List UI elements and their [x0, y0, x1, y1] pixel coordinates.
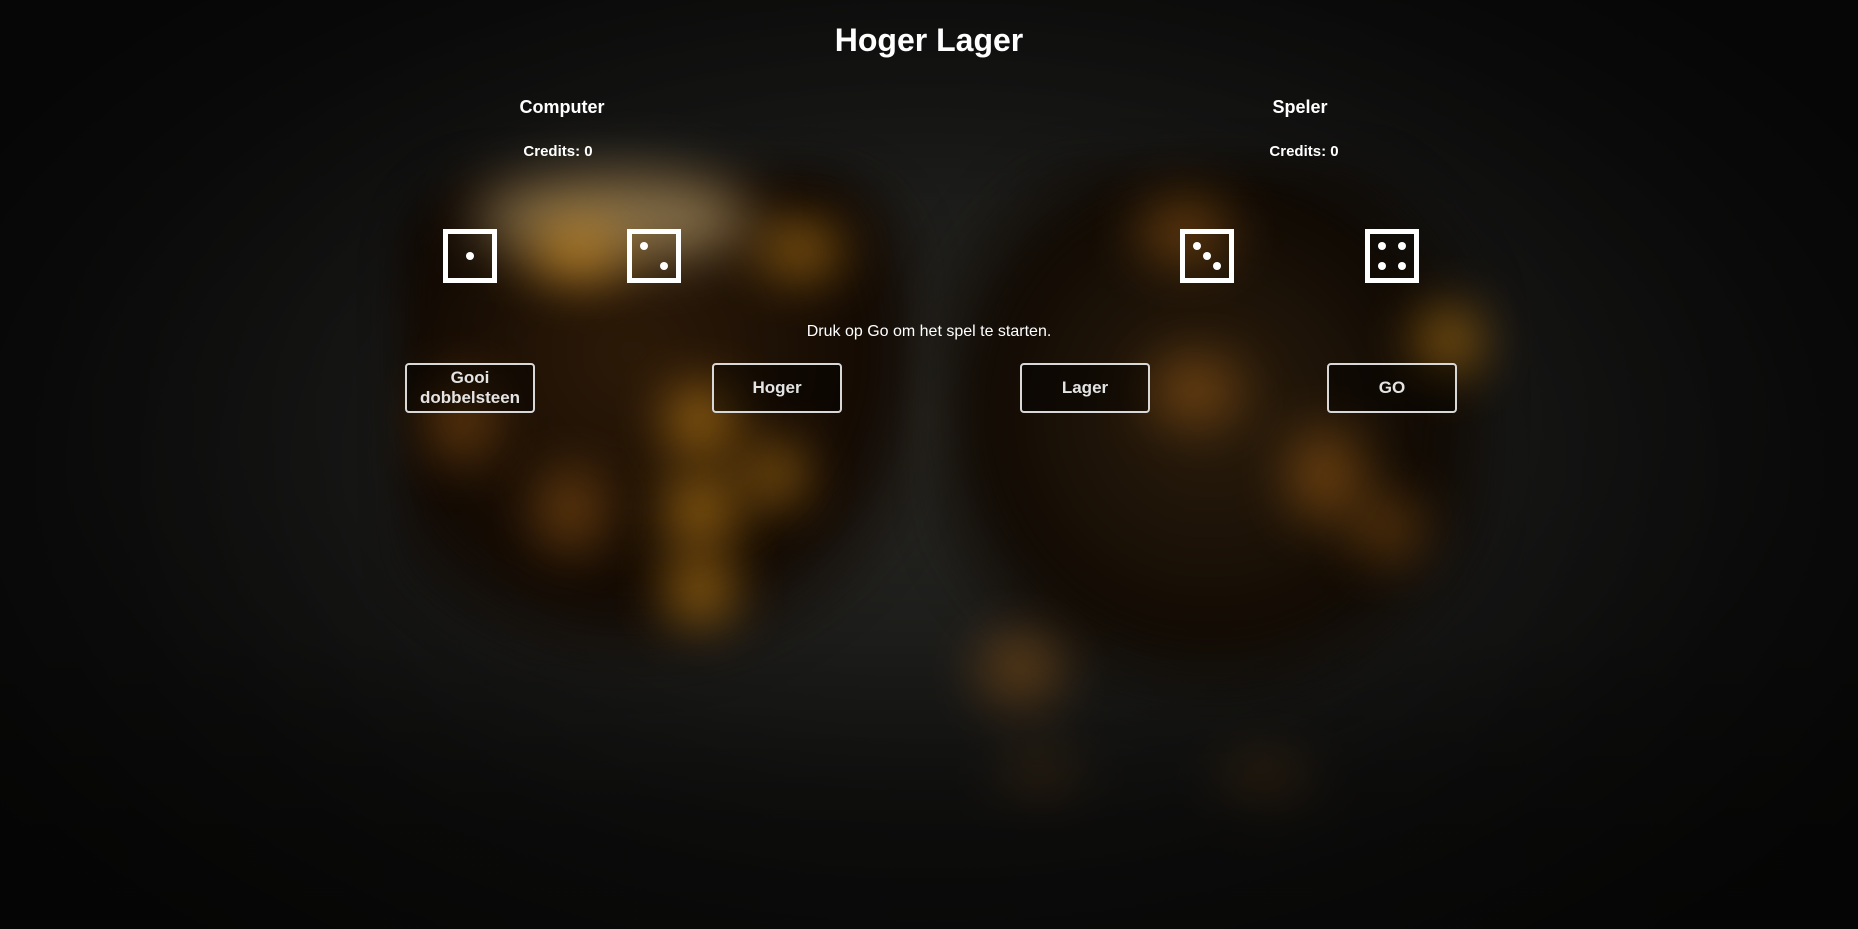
- die-pip: [1377, 262, 1386, 271]
- game-container: Hoger Lager Computer Credits: 0 Speler C…: [0, 0, 1858, 929]
- roll-dice-button[interactable]: Gooi dobbelsteen: [405, 363, 535, 413]
- player-credits: Credits: 0: [1269, 143, 1339, 160]
- game-title: Hoger Lager: [834, 22, 1024, 58]
- die-pip: [466, 252, 474, 260]
- die-pip: [1203, 252, 1211, 260]
- die-pip: [1398, 241, 1407, 250]
- die-pip: [1192, 241, 1201, 250]
- die-pip: [660, 262, 669, 271]
- computer-die-2: [627, 229, 681, 283]
- lower-button[interactable]: Lager: [1020, 363, 1150, 413]
- die-pip: [1377, 241, 1386, 250]
- player-die-2: [1365, 229, 1419, 283]
- die-pip: [1398, 262, 1407, 271]
- player-die-1: [1180, 229, 1234, 283]
- go-button[interactable]: GO: [1327, 363, 1457, 413]
- status-message: Druk op Go om het spel te starten.: [806, 323, 1052, 340]
- higher-button[interactable]: Hoger: [712, 363, 842, 413]
- computer-die-1: [443, 229, 497, 283]
- player-name: Speler: [1272, 97, 1328, 117]
- computer-credits: Credits: 0: [523, 143, 593, 160]
- computer-name: Computer: [519, 97, 605, 117]
- die-pip: [639, 241, 648, 250]
- die-pip: [1213, 262, 1222, 271]
